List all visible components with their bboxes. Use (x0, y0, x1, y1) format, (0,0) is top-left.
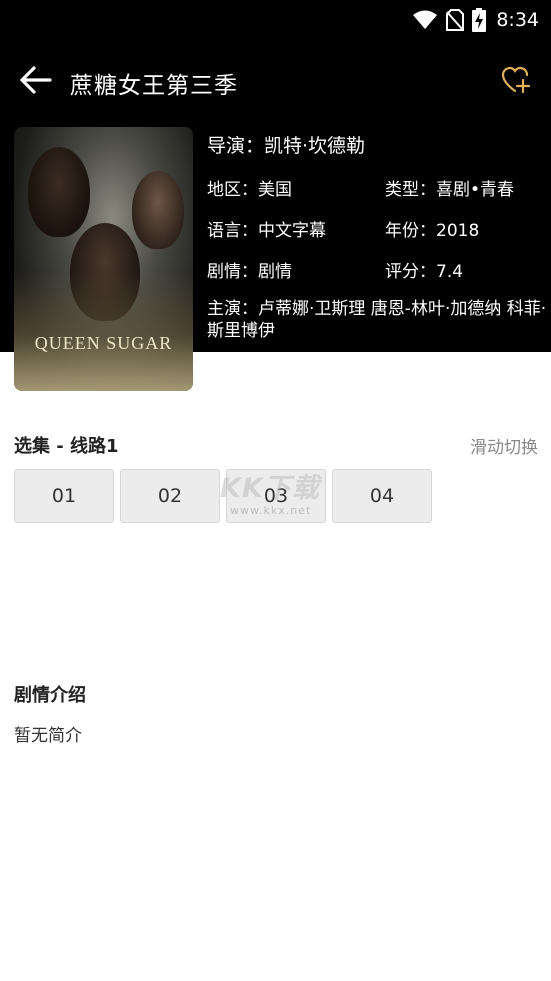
back-button[interactable] (18, 64, 54, 100)
cast-label: 主演：卢蒂娜·卫斯理 唐恩-林叶·加德纳 科菲·斯里博伊 (207, 299, 547, 341)
episode-section-header: 选集 - 线路1 滑动切换 (14, 432, 538, 458)
episode-button[interactable]: 04 (332, 469, 432, 523)
poster-image: QUEEN SUGAR (14, 127, 193, 391)
back-arrow-icon (20, 66, 52, 98)
episode-button[interactable]: 02 (120, 469, 220, 523)
synopsis-title: 剧情介绍 (14, 685, 86, 706)
synopsis-text: 暂无简介 (14, 726, 82, 746)
swipe-switch-link[interactable]: 滑动切换 (470, 433, 538, 458)
app-bar: 蔗糖女王第三季 (0, 52, 551, 112)
region-label: 地区：美国 (207, 180, 292, 200)
battery-charging-icon (472, 8, 487, 32)
status-time: 8:34 (496, 9, 539, 31)
poster-figure-left (28, 147, 90, 237)
status-bar: 8:34 (0, 0, 551, 40)
poster-figure-right (132, 171, 184, 249)
poster-gradient (14, 271, 193, 391)
poster-title: QUEEN SUGAR (34, 333, 173, 353)
no-sim-icon (446, 9, 465, 31)
director-label: 导演：凯特·坎德勒 (207, 135, 366, 157)
genre-label: 类型：喜剧•青春 (385, 180, 515, 200)
language-label: 语言：中文字幕 (207, 221, 326, 241)
rating-label: 评分：7.4 (385, 262, 464, 282)
plot-label: 剧情：剧情 (207, 262, 292, 282)
episode-section-title: 选集 - 线路1 (14, 436, 119, 457)
favorite-button[interactable] (501, 66, 533, 98)
wifi-icon (412, 10, 438, 30)
episode-button[interactable]: 03 (226, 469, 326, 523)
page-title: 蔗糖女王第三季 (70, 73, 238, 99)
episode-button[interactable]: 01 (14, 469, 114, 523)
heart-plus-icon (501, 66, 531, 98)
year-label: 年份：2018 (385, 221, 480, 241)
episode-list: 01 02 03 04 (14, 469, 432, 523)
